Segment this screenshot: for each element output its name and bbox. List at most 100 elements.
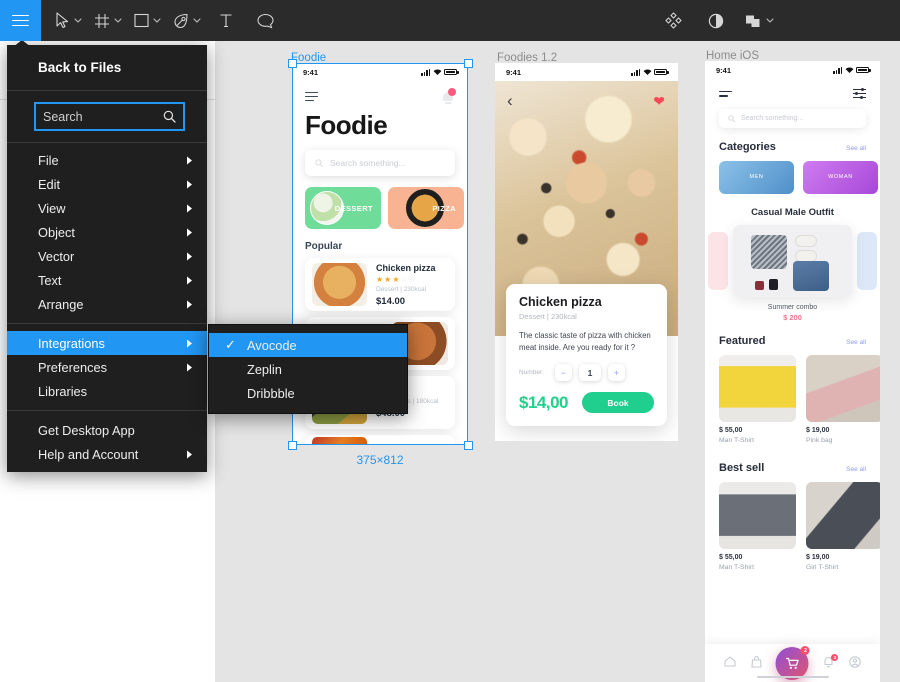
back-to-files-item[interactable]: Back to Files bbox=[7, 45, 207, 90]
submenu-item-zeplin[interactable]: Zeplin bbox=[209, 357, 407, 381]
menu-item-get-desktop-app[interactable]: Get Desktop App bbox=[7, 418, 207, 442]
menu-item-arrange[interactable]: Arrange bbox=[7, 292, 207, 316]
submenu-item-label: Dribbble bbox=[247, 385, 295, 401]
bag-icon bbox=[750, 655, 762, 668]
tab-bag[interactable] bbox=[750, 655, 762, 671]
signal-icon bbox=[833, 66, 842, 74]
quantity-increment-button[interactable]: + bbox=[607, 364, 625, 382]
favorite-heart-icon[interactable]: ❤ bbox=[653, 93, 665, 110]
diamond-grid-icon bbox=[665, 12, 682, 29]
menu-item-vector[interactable]: Vector bbox=[7, 244, 207, 268]
menu-item-object[interactable]: Object bbox=[7, 220, 207, 244]
shape-tool[interactable] bbox=[128, 0, 167, 41]
hamburger-icon[interactable] bbox=[719, 88, 732, 99]
category-card-dessert[interactable]: DESSERT bbox=[305, 187, 381, 229]
product-price: $ 55,00 bbox=[719, 427, 743, 435]
submenu-item-dribbble[interactable]: Dribbble bbox=[209, 381, 407, 405]
layers-tool[interactable] bbox=[737, 0, 782, 41]
search-icon bbox=[728, 115, 735, 123]
see-all-categories-link[interactable]: See all bbox=[846, 145, 866, 152]
category-card-woman[interactable]: WOMAN bbox=[803, 161, 878, 195]
status-time: 9:41 bbox=[716, 65, 732, 75]
menu-item-label: Vector bbox=[38, 248, 75, 264]
product-card[interactable]: $ 55,00 Man T-Shirt bbox=[719, 482, 796, 571]
menu-item-view[interactable]: View bbox=[7, 196, 207, 220]
battery-icon bbox=[444, 68, 459, 76]
filter-sliders-icon[interactable] bbox=[853, 88, 866, 100]
menu-item-label: View bbox=[38, 200, 66, 216]
outfit-carousel[interactable] bbox=[705, 225, 880, 298]
product-image bbox=[719, 482, 796, 550]
pen-tool[interactable] bbox=[167, 0, 207, 41]
menu-item-text[interactable]: Text bbox=[7, 268, 207, 292]
tab-notifications[interactable]: 3 bbox=[823, 653, 839, 671]
quantity-decrement-button[interactable]: − bbox=[554, 364, 572, 382]
outfit-hero-card[interactable] bbox=[733, 225, 852, 298]
menu-item-integrations[interactable]: Integrations bbox=[7, 331, 207, 355]
components-tool[interactable] bbox=[652, 0, 695, 41]
product-card[interactable]: $ 19,00 Pink bag bbox=[806, 355, 880, 444]
submenu-item-label: Zeplin bbox=[247, 361, 282, 377]
homeios-search-placeholder: Search something... bbox=[741, 115, 804, 123]
product-card[interactable]: $ 19,00 Girl T-Shirt bbox=[806, 482, 880, 571]
carousel-prev-card[interactable] bbox=[708, 232, 728, 291]
menu-icon bbox=[12, 11, 29, 29]
canvas[interactable]: Foodie 9:41 Foodie Search something... D… bbox=[0, 41, 900, 682]
tab-home[interactable] bbox=[724, 656, 736, 670]
tab-profile[interactable] bbox=[849, 655, 861, 671]
resize-handle-tr[interactable] bbox=[464, 59, 473, 68]
book-button[interactable]: Book bbox=[582, 392, 654, 414]
menu-item-preferences[interactable]: Preferences bbox=[7, 355, 207, 379]
homeios-search-field[interactable]: Search something... bbox=[719, 109, 866, 129]
foodie-search-field[interactable]: Search something... bbox=[305, 150, 455, 176]
menu-group-2: Integrations Preferences Libraries bbox=[7, 331, 207, 403]
toolbar-left-group bbox=[41, 0, 286, 41]
see-all-bestsell-link[interactable]: See all bbox=[846, 466, 866, 473]
search-input[interactable] bbox=[36, 104, 183, 129]
main-menu-button[interactable] bbox=[0, 0, 41, 41]
menu-item-edit[interactable]: Edit bbox=[7, 172, 207, 196]
resize-handle-tl[interactable] bbox=[288, 59, 297, 68]
select-tool[interactable] bbox=[49, 0, 88, 41]
text-tool[interactable] bbox=[207, 0, 245, 41]
menu-item-help-and-account[interactable]: Help and Account bbox=[7, 442, 207, 466]
design-tool-window: Foodie 9:41 Foodie Search something... D… bbox=[0, 0, 900, 682]
food-card-partial[interactable] bbox=[305, 435, 455, 445]
wifi-icon bbox=[433, 68, 441, 75]
home-icon bbox=[724, 656, 736, 667]
top-toolbar bbox=[0, 0, 900, 41]
resize-handle-bl[interactable] bbox=[288, 441, 297, 450]
menu-item-file[interactable]: File bbox=[7, 148, 207, 172]
food-meta: Dessert | 230kcal bbox=[376, 285, 427, 293]
artboard-foodies12[interactable]: 9:41 ‹ ❤ Chicken pizza Dessert | 230kcal… bbox=[495, 63, 678, 441]
battery-icon bbox=[654, 68, 669, 76]
product-price: $ 19,00 bbox=[806, 554, 830, 562]
artboard-tool[interactable] bbox=[88, 0, 128, 41]
quantity-value[interactable]: 1 bbox=[578, 364, 601, 382]
food-card[interactable]: Chicken pizza ★★★☆☆ Dessert | 230kcal $1… bbox=[305, 258, 455, 311]
chevron-down-icon bbox=[193, 18, 201, 23]
menu-item-libraries[interactable]: Libraries bbox=[7, 379, 207, 403]
search-box[interactable] bbox=[34, 102, 185, 131]
comment-tool[interactable] bbox=[245, 0, 286, 41]
see-all-featured-link[interactable]: See all bbox=[846, 339, 866, 346]
jeans-image bbox=[793, 261, 829, 292]
back-button[interactable]: ‹ bbox=[507, 91, 513, 111]
menu-item-label: Text bbox=[38, 272, 62, 288]
notification-bell-icon[interactable] bbox=[441, 88, 456, 104]
hamburger-icon[interactable] bbox=[305, 89, 318, 103]
resize-handle-br[interactable] bbox=[464, 441, 473, 450]
carousel-next-card[interactable] bbox=[857, 232, 877, 291]
status-icons bbox=[421, 68, 459, 76]
appearance-tool[interactable] bbox=[695, 0, 737, 41]
stacked-squares-icon bbox=[746, 15, 760, 27]
submenu-item-avocode[interactable]: ✓ Avocode bbox=[209, 333, 407, 357]
speech-bubble-icon bbox=[257, 13, 274, 28]
foodie-header bbox=[292, 81, 468, 104]
product-card[interactable]: $ 55,00 Man T-Shirt bbox=[719, 355, 796, 444]
menu-search-wrapper bbox=[7, 91, 207, 142]
category-card-pizza[interactable]: PIZZA bbox=[388, 187, 464, 229]
product-description: The classic taste of pizza with chicken … bbox=[519, 331, 651, 353]
category-card-men[interactable]: MEN bbox=[719, 161, 794, 195]
artboard-homeios[interactable]: 9:41 Search something... Categories See … bbox=[705, 61, 880, 682]
